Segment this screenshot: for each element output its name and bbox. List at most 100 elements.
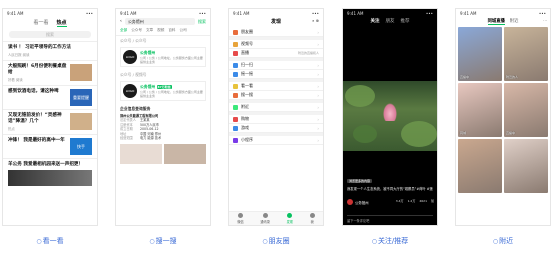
account-card[interactable]: LOGO 公务馆州 87万粉丝 公司 / 公务 / 公司地址，公务服务方面公司主要…: [120, 81, 206, 101]
discover-item[interactable]: 直播 附近的直播和人: [229, 49, 323, 58]
discover-item[interactable]: 摇一摇 ›: [229, 70, 323, 79]
article-thumbnail: 重要提醒: [70, 89, 92, 106]
search-icon[interactable]: ⌕ ⊕: [312, 18, 319, 23]
favorite-button[interactable]: 赞: [431, 199, 434, 203]
phone-search: 9:41 AM ••• ‹ 公务馆州 搜索 全部 公众号 文章 视频 百科 公司 …: [115, 8, 211, 226]
field-value: 王某某: [140, 118, 150, 123]
discover-item[interactable]: 视频号 ›: [229, 40, 323, 49]
article-item[interactable]: 大般照刷！6月份便利餐桌盘给 好看 阅读: [3, 60, 97, 85]
tab-friends[interactable]: 朋友: [386, 18, 395, 24]
article-thumbnail: 快手: [70, 138, 92, 155]
status-signal: •••: [85, 11, 93, 16]
phone-discover: 9:41 AM ••• 发现 ⌕ ⊕ 朋友圈 › 视频号 › 直播 附近的直播和人 扫一扫 › 摇一…: [228, 8, 324, 226]
chevron-right-icon: ›: [317, 41, 319, 47]
discover-item-label: 购物: [241, 116, 249, 121]
discover-item[interactable]: 附近 ›: [229, 103, 323, 112]
discover-item[interactable]: 购物 ›: [229, 115, 323, 124]
figure-canvas: 9:41 AM ••• 看一看 热点 搜索 读书 ！ 习近平领导的工作方法 人民日…: [0, 0, 554, 253]
account-desc: 公司 / 公务 / 公司地址，公务服务方面公司主要提供主业务: [140, 90, 203, 98]
article-title: 冲锋！ 我是最好的高中一年: [8, 138, 65, 143]
article-title: 又现无锥前发价！“灵感神话”降溫？几个: [8, 113, 62, 124]
like-button[interactable]: 3.4万: [396, 199, 404, 203]
discover-item[interactable]: 扫一扫 ›: [229, 61, 323, 70]
discover-item-label: 游戏: [241, 125, 249, 130]
article-meta: 人民日报 阅读: [8, 53, 30, 57]
phone-look-look: 9:41 AM ••• 看一看 热点 搜索 读书 ！ 习近平领导的工作方法 人民日…: [2, 8, 98, 226]
live-tile[interactable]: 同城: [458, 83, 502, 137]
discover-item-label: 看一看: [241, 83, 253, 88]
chevron-right-icon: ›: [317, 29, 319, 35]
discover-item-icon: [233, 50, 238, 56]
live-tile[interactable]: 直播中: [458, 27, 502, 81]
author-name: 公务馆州: [355, 200, 369, 205]
topic-tag[interactable]: 浏览更多的内容: [347, 179, 373, 183]
tab-company[interactable]: 公司: [180, 28, 187, 33]
tab-hot[interactable]: 热点: [56, 19, 67, 27]
article-item[interactable]: 读书 ！ 习近平领导的工作方法 人民日报 阅读: [3, 41, 97, 60]
search-input[interactable]: 搜索: [9, 31, 91, 38]
discover-item-label: 附近: [241, 104, 249, 109]
article-item[interactable]: 羊公务 我爱最相机园来送一声招更！: [3, 158, 97, 189]
search-button[interactable]: 搜索: [198, 19, 206, 25]
account-card[interactable]: LOGO 公务馆州 公司 / 公务 / 公司地址，公务服务方面公司主要提供主业务: [120, 47, 206, 67]
account-desc: 公司 / 公务 / 公司地址，公务服务方面公司主要提供主业务: [140, 56, 203, 64]
nav-label: 发现: [286, 220, 293, 224]
caption-look: ○看一看: [2, 236, 98, 246]
nav-discover[interactable]: 发现: [287, 213, 293, 224]
nav-contacts[interactable]: 通讯录: [260, 213, 270, 224]
comment-button[interactable]: 4621: [419, 199, 427, 203]
article-item[interactable]: 冲锋！ 我是最好的高中一年 快手: [3, 134, 97, 158]
caption-search: ○搜一搜: [115, 236, 211, 246]
comment-input[interactable]: 留下一条评论吧: [347, 215, 433, 223]
search-input[interactable]: 公务馆州: [124, 18, 195, 25]
article-item[interactable]: 感到饮酒电话，请这种啤 重要提醒: [3, 85, 97, 109]
compass-icon: [287, 213, 293, 218]
nav-me[interactable]: 我: [309, 213, 315, 224]
tab-recommend[interactable]: 推荐: [401, 18, 410, 24]
tab-video[interactable]: 视频: [157, 28, 164, 33]
discover-item-label: 搜一搜: [241, 92, 253, 97]
discover-item[interactable]: 看一看 ›: [229, 82, 323, 91]
tab-nearby[interactable]: 附近: [510, 18, 519, 25]
tab-look[interactable]: 看一看: [33, 19, 48, 27]
tab-articles[interactable]: 文章: [146, 28, 153, 33]
discover-item[interactable]: 小程序 ›: [229, 136, 323, 145]
article-thumbnail: [70, 64, 92, 81]
page-title-text: 发现: [270, 19, 281, 25]
tab-city-live[interactable]: 同城直播: [487, 18, 505, 25]
author-row[interactable]: 公务馆州: [347, 199, 369, 205]
live-tile[interactable]: 附近的人: [504, 27, 548, 81]
result-image[interactable]: [120, 144, 162, 165]
tab-official[interactable]: 公众号: [131, 28, 142, 33]
discover-item-icon: [233, 71, 238, 77]
section-heading: 公众号 / 视频号: [120, 72, 147, 77]
more-icon[interactable]: ⋯: [543, 18, 547, 23]
back-icon[interactable]: ‹: [120, 19, 122, 24]
tab-follow[interactable]: 关注: [371, 18, 380, 24]
result-image[interactable]: [164, 144, 206, 165]
field-row: 经营范围 电力 能源 技术: [116, 136, 210, 140]
article-item[interactable]: 又现无锥前发价！“灵感神话”降溫？几个 热点: [3, 109, 97, 134]
tab-all[interactable]: 全部: [120, 28, 127, 33]
live-grid: 直播中 附近的人 同城 直播中: [456, 27, 550, 193]
status-time: 9:41 AM: [120, 11, 137, 16]
discover-list: 朋友圈 › 视频号 › 直播 附近的直播和人 扫一扫 › 摇一摇 › 看一看 › 搜一搜 › 附近 › 购物 › 游…: [229, 28, 323, 145]
status-bar: 9:41 AM •••: [3, 9, 97, 17]
chevron-right-icon: ›: [317, 92, 319, 98]
live-tile[interactable]: 直播中: [504, 83, 548, 137]
account-logo: LOGO: [123, 50, 137, 64]
discover-item[interactable]: 游戏 ›: [229, 124, 323, 133]
discover-item-icon: [233, 41, 238, 47]
discover-item[interactable]: 朋友圈 ›: [229, 28, 323, 37]
image-strip: [120, 144, 206, 165]
action-bar: 3.4万 1.2万 4621 赞: [396, 199, 434, 203]
nav-chats[interactable]: 微信: [237, 213, 244, 224]
discover-item-icon: [233, 137, 238, 143]
live-tile[interactable]: [458, 139, 502, 193]
share-button[interactable]: 1.2万: [408, 199, 416, 203]
tab-wiki[interactable]: 百科: [168, 28, 175, 33]
live-tile[interactable]: [504, 139, 548, 193]
video-player[interactable]: [343, 81, 437, 151]
contacts-icon: [262, 213, 268, 218]
discover-item[interactable]: 搜一搜 ›: [229, 91, 323, 100]
